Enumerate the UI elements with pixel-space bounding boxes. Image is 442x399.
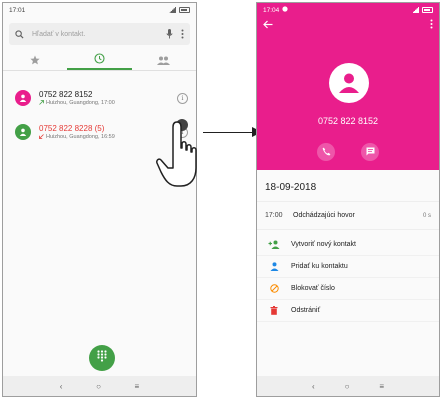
navigation-bar: ‹ ○ ≡: [3, 376, 196, 396]
home-button[interactable]: ○: [345, 382, 350, 391]
block-icon: [267, 284, 281, 293]
action-label: Vytvoriť nový kontakt: [291, 241, 357, 248]
more-options-icon[interactable]: [430, 16, 433, 34]
add-person-icon: [267, 240, 281, 249]
call-location: Huizhou, Guangdong, 17:00: [46, 100, 115, 106]
status-time: 17:04: [263, 6, 280, 14]
action-label: Blokovať číslo: [291, 285, 335, 292]
call-location: Huizhou, Guangdong, 16:59: [46, 134, 115, 140]
call-list-item[interactable]: 0752 822 8152 Huizhou, Guangdong, 17:00 …: [3, 81, 196, 115]
menu-button[interactable]: ≡: [135, 382, 140, 391]
back-button[interactable]: ‹: [312, 382, 315, 391]
action-label: Pridať ku kontaktu: [291, 263, 348, 270]
info-icon[interactable]: i: [177, 92, 188, 104]
people-icon: [157, 52, 171, 70]
contact-header: 17:04 0752 822 8152: [257, 3, 439, 170]
action-label: Odstrániť: [291, 307, 321, 314]
call-duration: 0 s: [422, 212, 431, 219]
status-bar: 17:01: [3, 3, 196, 17]
avatar: [15, 90, 31, 106]
trash-icon: [267, 306, 281, 315]
call-number: 0752 822 8152: [39, 89, 93, 99]
tab-bar: [3, 51, 196, 71]
call-details-screen: 17:04 0752 822 8152 18-09-2018 17:00 Odc…: [256, 2, 440, 397]
contact-number: 0752 822 8152: [317, 116, 379, 126]
add-to-contact-button[interactable]: Pridať ku kontaktu: [257, 256, 439, 278]
message-button[interactable]: [361, 143, 379, 161]
star-icon: [30, 52, 40, 70]
call-button[interactable]: [317, 143, 335, 161]
avatar: [15, 124, 31, 140]
tab-favorites[interactable]: [3, 51, 67, 70]
call-type: Odchádzajúci hovor: [293, 212, 355, 219]
action-list: Vytvoriť nový kontakt Pridať ku kontaktu…: [257, 234, 439, 322]
battery-icon: [179, 7, 190, 13]
signal-icon: [412, 7, 419, 13]
menu-button[interactable]: ≡: [379, 382, 384, 391]
status-time: 17:01: [9, 6, 26, 14]
call-time: 17:00: [265, 212, 283, 219]
home-button[interactable]: ○: [96, 382, 101, 391]
person-icon: [267, 262, 281, 271]
search-bar[interactable]: Hľadať v kontakt.: [9, 23, 190, 45]
navigation-bar: ‹ ○ ≡: [257, 376, 439, 396]
outgoing-call-icon: [39, 99, 44, 107]
clock-icon: [94, 51, 105, 69]
create-contact-button[interactable]: Vytvoriť nový kontakt: [257, 234, 439, 256]
delete-button[interactable]: Odstrániť: [257, 300, 439, 322]
call-history-entry: 17:00 Odchádzajúci hovor 0 s: [257, 202, 439, 230]
notification-icon: [282, 6, 288, 14]
dialpad-button[interactable]: [89, 345, 115, 371]
call-date: 18-09-2018: [257, 170, 439, 202]
tab-contacts[interactable]: [132, 51, 196, 70]
back-arrow-icon[interactable]: [263, 16, 273, 34]
pointing-hand-icon: [155, 118, 201, 195]
transition-arrow: [203, 132, 255, 133]
signal-icon: [169, 7, 176, 13]
block-number-button[interactable]: Blokovať číslo: [257, 278, 439, 300]
phone-icon: [322, 143, 331, 161]
back-button[interactable]: ‹: [60, 382, 63, 391]
search-input[interactable]: Hľadať v kontakt.: [32, 31, 158, 38]
search-icon: [15, 29, 24, 39]
missed-call-icon: [39, 133, 44, 141]
more-options-icon[interactable]: [181, 29, 184, 39]
call-log-screen: 17:01 Hľadať v kontakt. 0752 822 8152 Hu…: [2, 2, 197, 397]
status-bar: 17:04: [257, 3, 439, 17]
microphone-icon[interactable]: [166, 29, 173, 39]
battery-icon: [422, 7, 433, 13]
contact-avatar: [329, 63, 369, 103]
tab-recents[interactable]: [67, 51, 132, 70]
dialpad-icon: [97, 349, 107, 367]
message-icon: [366, 143, 375, 161]
